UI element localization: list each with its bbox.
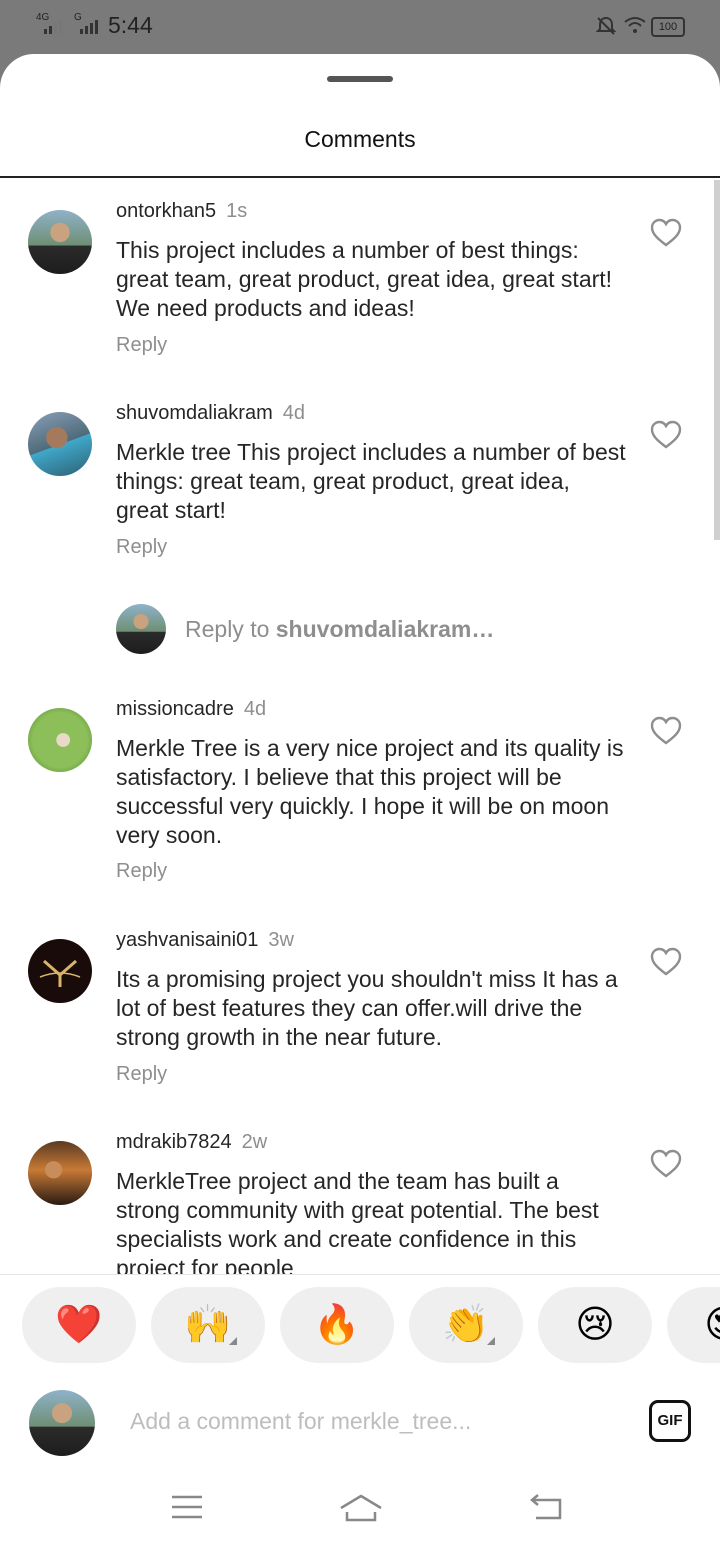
heart-icon[interactable] bbox=[650, 1149, 682, 1179]
comment-text: Merkle tree This project includes a numb… bbox=[116, 439, 626, 523]
wifi-icon bbox=[624, 17, 646, 33]
reaction-cry-button[interactable]: 😢 bbox=[538, 1287, 652, 1363]
home-icon[interactable] bbox=[339, 1494, 383, 1524]
raised-hands-emoji: 🙌 bbox=[184, 1304, 232, 1346]
comment-username[interactable]: yashvanisaini01 bbox=[116, 929, 258, 951]
reply-button[interactable]: Reply bbox=[116, 334, 167, 357]
comment-time: 1s bbox=[226, 200, 248, 222]
reply-button[interactable]: Reply bbox=[116, 860, 167, 883]
comments-sheet: Comments ontorkhan5 1s This project inclu… bbox=[0, 54, 720, 1544]
avatar[interactable] bbox=[28, 708, 92, 772]
avatar[interactable] bbox=[28, 210, 92, 274]
comment-text: MerkleTree project and the team has buil… bbox=[116, 1168, 599, 1274]
my-avatar bbox=[29, 1390, 95, 1456]
back-icon[interactable] bbox=[528, 1494, 564, 1522]
heart-icon[interactable] bbox=[650, 947, 682, 977]
comment-username[interactable]: missioncadre bbox=[116, 698, 234, 720]
mute-bell-icon bbox=[596, 16, 616, 35]
comment-text: Merkle Tree is a very nice project and i… bbox=[116, 735, 624, 848]
avatar bbox=[116, 604, 166, 654]
reply-to-row[interactable]: Reply to shuvomdaliakram… bbox=[116, 604, 636, 656]
sheet-title: Comments bbox=[304, 126, 416, 152]
heart-icon[interactable] bbox=[650, 218, 682, 248]
reaction-fire-button[interactable]: 🔥 bbox=[280, 1287, 394, 1363]
comment-time: 4d bbox=[243, 698, 267, 720]
signal-icon-2 bbox=[80, 20, 98, 34]
reaction-clap-button[interactable]: 👏 bbox=[409, 1287, 523, 1363]
comment-text: Its a promising project you shouldn't mi… bbox=[116, 966, 618, 1050]
variant-indicator bbox=[487, 1337, 495, 1345]
reply-to-username: shuvomdaliakram… bbox=[275, 616, 495, 642]
reaction-raised-hands-button[interactable]: 🙌 bbox=[151, 1287, 265, 1363]
comment-username[interactable]: ontorkhan5 bbox=[116, 200, 216, 222]
comment-list[interactable]: ontorkhan5 1s This project includes a num… bbox=[0, 178, 720, 1274]
variant-indicator bbox=[229, 1337, 237, 1345]
comment-time: 2w bbox=[241, 1131, 268, 1153]
reply-button[interactable]: Reply bbox=[116, 1063, 167, 1086]
comment-username[interactable]: mdrakib7824 bbox=[116, 1131, 232, 1153]
comment-text: This project includes a number of best t… bbox=[116, 237, 613, 321]
logo-y-icon bbox=[39, 959, 81, 987]
comment-username[interactable]: shuvomdaliakram bbox=[116, 402, 273, 424]
avatar[interactable] bbox=[28, 412, 92, 476]
reply-button[interactable]: Reply bbox=[116, 536, 167, 559]
menu-icon[interactable] bbox=[170, 1494, 204, 1520]
comment-time: 4d bbox=[282, 402, 305, 424]
avatar[interactable] bbox=[28, 1141, 92, 1205]
avatar[interactable] bbox=[28, 939, 92, 1003]
reply-to-prefix: Reply to bbox=[185, 616, 276, 642]
drag-handle[interactable] bbox=[327, 76, 393, 82]
system-nav-bar bbox=[0, 1474, 720, 1544]
comment-time: 3w bbox=[268, 929, 294, 951]
clap-emoji: 👏 bbox=[442, 1304, 490, 1346]
signal-icon bbox=[44, 20, 62, 34]
comment-input[interactable]: Add a comment for merkle_tree... bbox=[130, 1408, 471, 1435]
emoji-reaction-bar[interactable]: ❤️ 🙌 🔥 👏 😢 😍 bbox=[0, 1274, 720, 1376]
heart-icon[interactable] bbox=[650, 420, 682, 450]
heart-icon[interactable] bbox=[650, 716, 682, 746]
comment-composer: Add a comment for merkle_tree... GIF bbox=[0, 1374, 720, 1474]
clock: 5:44 bbox=[108, 12, 153, 38]
reaction-heart-eyes-button[interactable]: 😍 bbox=[667, 1287, 720, 1363]
reaction-heart-button[interactable]: ❤️ bbox=[22, 1287, 136, 1363]
gif-button[interactable]: GIF bbox=[649, 1400, 691, 1442]
battery-icon: 100 bbox=[651, 17, 685, 37]
status-bar: 4G G 5:44 100 bbox=[0, 0, 720, 54]
